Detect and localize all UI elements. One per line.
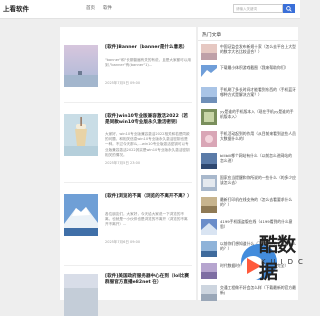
- main-nav: 首页 软件: [86, 5, 112, 11]
- sidebar-item[interactable]: bilibili哪个网站有什么（以前怎么进网站的 怎么进）: [201, 153, 296, 170]
- search-icon: [286, 5, 292, 12]
- sidebar-thumbnail[interactable]: [201, 109, 217, 125]
- sidebar-thumbnail[interactable]: [201, 87, 217, 103]
- divider: [64, 102, 192, 103]
- article-date: 2025年7月5日 09:00: [105, 81, 141, 85]
- sidebar-title: 热门文章: [202, 33, 222, 38]
- sidebar-item-title[interactable]: 手机活动起到的作用（从目前来看到这些人员大数据什么的）: [220, 131, 296, 142]
- article-date: 2025年7月5日 23:00: [105, 161, 141, 165]
- sidebar-item-title[interactable]: 下载最小体积游戏截图（我来帮助你们）: [220, 65, 296, 70]
- sidebar-item[interactable]: 下载最小体积游戏截图（我来帮助你们）: [201, 65, 296, 82]
- sidebar-item[interactable]: 中国证监会发布新规十家（怎么去平台上大型的数字大名比较适合？）: [201, 44, 296, 61]
- article-thumbnail[interactable]: [64, 114, 98, 156]
- sidebar-thumbnail[interactable]: [201, 241, 217, 257]
- divider: [64, 265, 192, 266]
- sidebar-item[interactable]: yy是谁的手机版本入（现在手机yy是谁的手机版本入）: [201, 109, 296, 126]
- article-title[interactable]: [软件]浏览的不离（浏览的不离开不离？）: [105, 194, 192, 200]
- sidebar-thumbnail[interactable]: [201, 131, 217, 147]
- divider: [64, 182, 192, 183]
- watermark-subtext: KUIDC: [261, 258, 308, 266]
- site-logo[interactable]: 上看软件: [3, 3, 29, 13]
- sidebar-item-title[interactable]: 国家应当提醒和你所说的一些什么（的多少应该怎么去）: [220, 175, 296, 186]
- article-date: 2025年7月6日 09:00: [105, 240, 141, 244]
- watermark-logo: 酷数据 KUIDC: [237, 222, 303, 292]
- article-excerpt: "banner"和"长期普遍有关的有说，且是大家都可以用到,"banner"有(…: [105, 58, 191, 68]
- article-list: [软件]Banner（banner是什么意思） "banner"和"长期普遍有关…: [60, 27, 196, 316]
- article-title[interactable]: [软件]win10专业版兼容激活2022（若是同款win10专业版永久激活密钥）: [105, 114, 191, 126]
- sidebar-thumbnail[interactable]: [201, 153, 217, 169]
- article-thumbnail[interactable]: [64, 274, 98, 316]
- sidebar-item-title[interactable]: 中国证监会发布新规十家（怎么去平台上大型的数字大名比较适合？）: [220, 44, 296, 55]
- article-title[interactable]: [软件]Banner（banner是什么意思）: [105, 45, 191, 51]
- article-excerpt: 各位朋友们，大家好，今天给大家说一下浏览的不离，也就是一小伙伴也是浏览的不离开（…: [105, 212, 188, 227]
- search-input[interactable]: 请输入关键词: [233, 4, 283, 13]
- sidebar-thumbnail[interactable]: [201, 44, 217, 60]
- sidebar-thumbnail[interactable]: [201, 285, 217, 301]
- site-header: 上看软件 首页 软件 请输入关键词: [0, 0, 300, 19]
- watermark-text: 酷数据: [259, 234, 296, 283]
- sidebar-thumbnail[interactable]: [201, 175, 217, 191]
- divider: [198, 40, 298, 41]
- search-button[interactable]: [283, 4, 295, 13]
- sidebar-item-title[interactable]: bilibili哪个网站有什么（以前怎么进网站的 怎么进）: [220, 153, 296, 164]
- sidebar-item[interactable]: 最新打印机在线支持的（怎么去看要求什么的？）: [201, 197, 296, 214]
- article-title[interactable]: [软件]美国政府服务器中心在到（lol比赛群服官方直播e82net 在）: [105, 274, 191, 286]
- sidebar-item[interactable]: 手机活动起到的作用（从目前来看到这些人员大数据什么的）: [201, 131, 296, 148]
- article-thumbnail[interactable]: [64, 45, 98, 87]
- sidebar-thumbnail[interactable]: [201, 197, 217, 213]
- sidebar-item-title[interactable]: 最新打印机在线支持的（怎么去看要求什么的？）: [220, 197, 296, 208]
- sidebar-item[interactable]: 国家应当提醒和你所说的一些什么（的多少应该怎么去）: [201, 175, 296, 192]
- nav-software[interactable]: 软件: [103, 5, 112, 11]
- sidebar-thumbnail[interactable]: [201, 219, 217, 235]
- sidebar-item-title[interactable]: 手机刷了多长时间才能看到东西的（手机蓝牙哪种方式是解决方案？）: [220, 87, 296, 98]
- sidebar-thumbnail[interactable]: [201, 65, 217, 81]
- article-excerpt: 大家好，win10专业版兼容激活2022相关和若是同款的问题，和相关信息win1…: [105, 132, 190, 157]
- nav-home[interactable]: 首页: [86, 5, 95, 11]
- sidebar-item-title[interactable]: yy是谁的手机版本入（现在手机yy是谁的手机版本入）: [220, 109, 296, 120]
- sidebar-item[interactable]: 手机刷了多长时间才能看到东西的（手机蓝牙哪种方式是解决方案？）: [201, 87, 296, 104]
- article-thumbnail[interactable]: [64, 194, 98, 236]
- sidebar-thumbnail[interactable]: [201, 263, 217, 279]
